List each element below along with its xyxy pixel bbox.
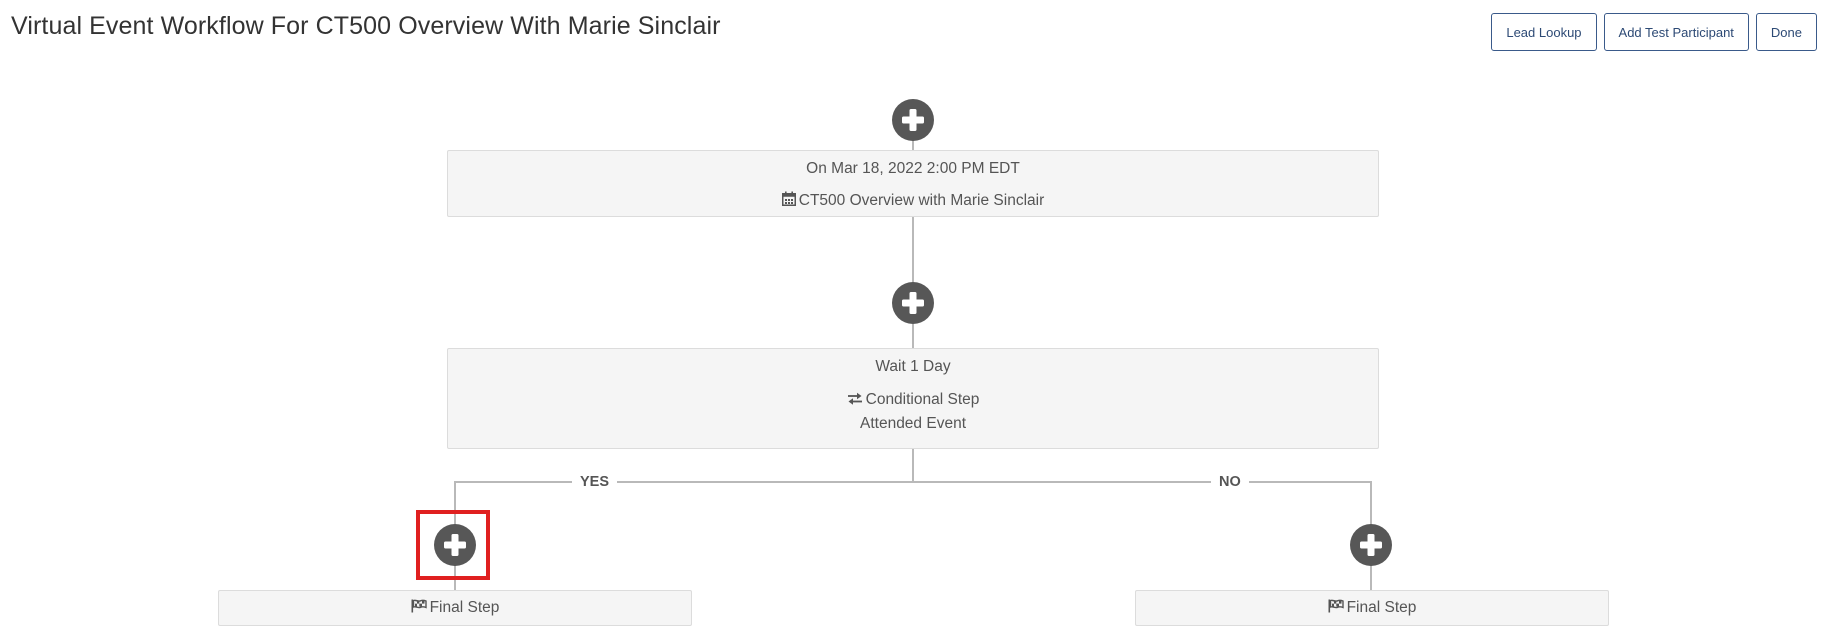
lead-lookup-button[interactable]: Lead Lookup	[1491, 13, 1597, 51]
final-step-label: Final Step	[1346, 599, 1417, 616]
page-title: Virtual Event Workflow For CT500 Overvie…	[11, 12, 721, 40]
final-step-label: Final Step	[429, 599, 500, 616]
toolbar: Lead Lookup Add Test Participant Done	[1491, 13, 1817, 51]
add-step-button-yes-branch[interactable]	[434, 524, 476, 566]
flag-icon	[411, 599, 427, 613]
event-name-row: CT500 Overview with Marie Sinclair	[448, 191, 1378, 210]
connector-line	[454, 481, 456, 525]
conditional-step-card[interactable]: Wait 1 Day Conditional Step Attended Eve…	[447, 348, 1379, 449]
add-step-button[interactable]	[892, 99, 934, 141]
done-button[interactable]: Done	[1755, 13, 1817, 51]
condition-text: Attended Event	[860, 415, 966, 432]
plus-circle-icon	[1360, 534, 1382, 556]
calendar-icon	[781, 191, 796, 206]
yes-branch-label: YES	[572, 473, 618, 491]
add-test-participant-button[interactable]: Add Test Participant	[1603, 13, 1749, 51]
event-name: CT500 Overview with Marie Sinclair	[798, 192, 1045, 209]
add-step-button-no-branch[interactable]	[1350, 524, 1392, 566]
connector-line	[912, 324, 914, 350]
final-step-row: Final Step	[219, 599, 691, 617]
final-step-row: Final Step	[1136, 599, 1608, 617]
wait-text: Wait 1 Day	[875, 358, 951, 375]
event-date-text: On Mar 18, 2022 2:00 PM EDT	[806, 160, 1020, 177]
exchange-arrows-icon	[847, 392, 862, 405]
plus-circle-icon	[444, 534, 466, 556]
final-step-card-yes[interactable]: Final Step	[218, 590, 692, 626]
plus-circle-icon	[902, 109, 924, 131]
connector-line	[912, 216, 914, 284]
flag-icon	[1328, 599, 1344, 613]
plus-circle-icon	[902, 292, 924, 314]
final-step-card-no[interactable]: Final Step	[1135, 590, 1609, 626]
step-type-row: Conditional Step	[448, 391, 1378, 409]
no-branch-label: NO	[1211, 473, 1249, 491]
event-trigger-card[interactable]: On Mar 18, 2022 2:00 PM EDT CT500 Overvi…	[447, 150, 1379, 217]
add-step-button[interactable]	[892, 282, 934, 324]
connector-line	[1370, 481, 1372, 525]
step-type-label: Conditional Step	[865, 391, 980, 408]
connector-line	[912, 448, 914, 483]
